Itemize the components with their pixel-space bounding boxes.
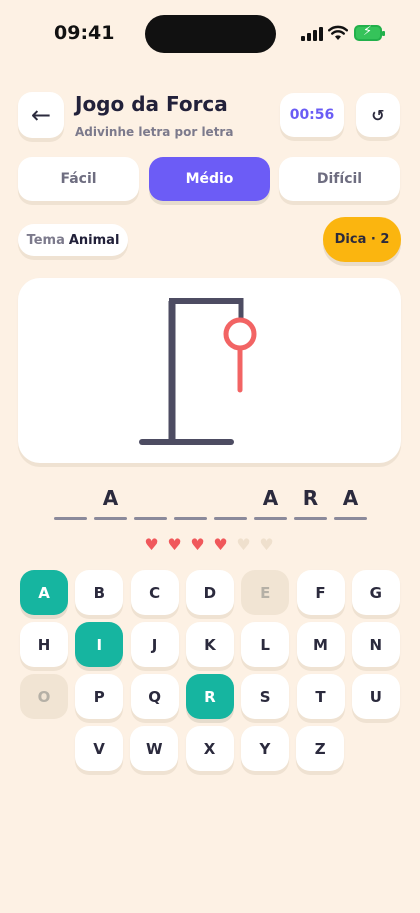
status-bar: 09:41 ⚡ (0, 0, 420, 66)
slot-letter: R (302, 486, 319, 510)
key-f[interactable]: F (296, 570, 345, 615)
lives-hearts: ♥ ♥ ♥ ♥ ♥ ♥ (143, 536, 278, 554)
slot-underline (134, 517, 167, 520)
key-m[interactable]: M (296, 622, 345, 667)
theme-value: Animal (68, 232, 120, 248)
key-n[interactable]: N (351, 622, 400, 667)
theme-chip: Tema Animal (18, 224, 128, 256)
gallows-drawing (139, 298, 257, 445)
letter-slot: A (254, 484, 287, 520)
key-z[interactable]: Z (296, 726, 345, 771)
difficulty-easy-button[interactable]: Fácil (18, 157, 139, 201)
refresh-icon: ↺ (371, 105, 385, 125)
theme-label: Tema (26, 232, 65, 248)
key-s[interactable]: S (241, 674, 290, 719)
hint-button[interactable]: Dica · 2 (323, 217, 401, 262)
heart-empty-icon: ♥ (236, 535, 251, 554)
letter-slot (134, 484, 167, 520)
key-u[interactable]: U (351, 674, 400, 719)
key-j[interactable]: J (130, 622, 179, 667)
letter-slot (54, 484, 87, 520)
page-subtitle: Adivinhe letra por letra (75, 125, 234, 139)
key-w[interactable]: W (130, 726, 179, 771)
signal-icon (301, 27, 323, 41)
letter-slot: A (94, 484, 127, 520)
letter-slot: R (294, 484, 327, 520)
gallows-panel (18, 278, 401, 463)
slot-underline (334, 517, 367, 520)
heart-full-icon: ♥ (167, 535, 182, 554)
slot-letter: A (102, 486, 119, 510)
key-t[interactable]: T (296, 674, 345, 719)
word-slots: AARA (54, 484, 367, 522)
key-r[interactable]: R (185, 674, 234, 719)
key-b[interactable]: B (75, 570, 124, 615)
key-d[interactable]: D (185, 570, 234, 615)
arrow-left-icon: ← (30, 101, 52, 129)
slot-underline (174, 517, 207, 520)
battery-icon: ⚡ (354, 24, 385, 41)
timer: 00:56 (280, 93, 344, 137)
heart-full-icon: ♥ (144, 535, 159, 554)
slot-underline (94, 517, 127, 520)
slot-letter: A (262, 486, 279, 510)
key-p[interactable]: P (75, 674, 124, 719)
slot-underline (294, 517, 327, 520)
key-x[interactable]: X (185, 726, 234, 771)
letter-slot: A (334, 484, 367, 520)
hangman-head (223, 317, 257, 351)
key-l[interactable]: L (241, 622, 290, 667)
heart-full-icon: ♥ (213, 535, 228, 554)
slot-letter: A (342, 486, 359, 510)
reset-button[interactable]: ↺ (356, 93, 400, 137)
key-v[interactable]: V (75, 726, 123, 771)
key-c[interactable]: C (130, 570, 179, 615)
difficulty-hard-button[interactable]: Difícil (279, 157, 400, 201)
key-e[interactable]: E (241, 570, 290, 615)
key-o[interactable]: O (20, 674, 68, 719)
key-k[interactable]: K (185, 622, 234, 667)
slot-underline (254, 517, 287, 520)
key-a[interactable]: A (20, 570, 68, 615)
heart-full-icon: ♥ (190, 535, 205, 554)
page-title: Jogo da Forca (75, 92, 228, 116)
key-y[interactable]: Y (240, 726, 289, 771)
heart-empty-icon: ♥ (259, 535, 274, 554)
status-time: 09:41 (54, 22, 115, 44)
slot-underline (54, 517, 87, 520)
difficulty-medium-button[interactable]: Médio (149, 157, 270, 201)
letter-slot (214, 484, 247, 520)
letter-slot (174, 484, 207, 520)
key-i[interactable]: I (75, 622, 124, 667)
slot-underline (214, 517, 247, 520)
dynamic-island (145, 15, 276, 53)
key-q[interactable]: Q (130, 674, 179, 719)
back-button[interactable]: ← (18, 92, 64, 138)
key-g[interactable]: G (351, 570, 400, 615)
wifi-icon (328, 25, 348, 40)
key-h[interactable]: H (20, 622, 68, 667)
